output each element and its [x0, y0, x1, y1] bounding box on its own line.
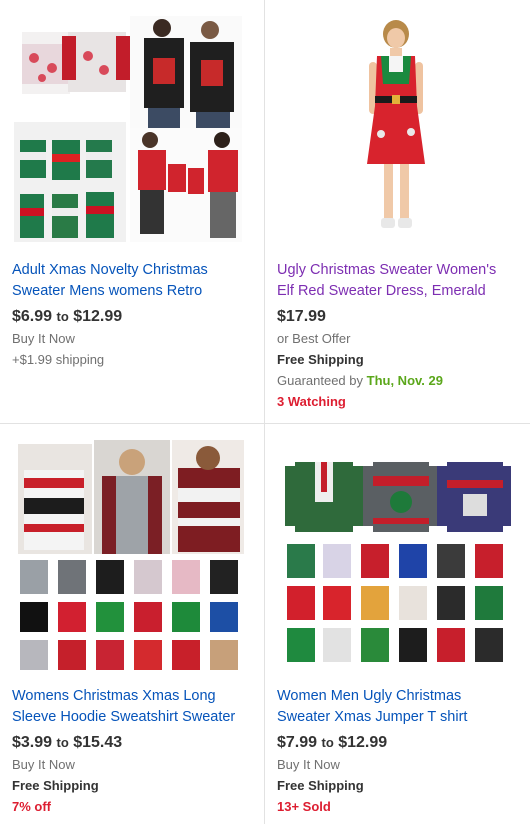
listing-info: Womens Christmas Xmas Long Sleeve Hoodie…	[12, 686, 250, 817]
free-shipping-label: Free Shipping	[12, 778, 99, 793]
free-shipping-label: Free Shipping	[277, 778, 364, 793]
listing-info: Adult Xmas Novelty Christmas Sweater Men…	[12, 260, 250, 370]
best-offer-label: or Best Offer	[277, 331, 351, 346]
price-range-separator: to	[321, 735, 334, 750]
shipping-cost: +$1.99 shipping	[12, 352, 105, 367]
listing-card[interactable]: Womens Christmas Xmas Long Sleeve Hoodie…	[0, 424, 264, 824]
price-low: $7.99	[277, 734, 318, 751]
elf-dress-image[interactable]	[277, 14, 511, 246]
price-low: $3.99	[12, 734, 53, 751]
listing-title-link[interactable]: Ugly Christmas Sweater Women's Elf Red S…	[277, 260, 515, 301]
listing-title-link[interactable]: Adult Xmas Novelty Christmas Sweater Men…	[12, 260, 250, 301]
purchase-format: Buy It Now	[12, 757, 75, 772]
guaranteed-label: Guaranteed by	[277, 373, 364, 388]
price-high: $15.43	[73, 734, 123, 751]
price-high: $12.99	[73, 308, 123, 325]
sold-count: 13+ Sold	[277, 799, 331, 814]
purchase-format: Buy It Now	[277, 757, 340, 772]
free-shipping-label: Free Shipping	[277, 352, 364, 367]
ugly-sweater-collage-image[interactable]	[12, 14, 246, 246]
guaranteed-date: Thu, Nov. 29	[366, 373, 443, 388]
watching-count: 3 Watching	[277, 394, 346, 409]
listing-price: $7.99 to $12.99	[277, 732, 515, 754]
price-high: $12.99	[338, 734, 388, 751]
guaranteed-delivery: Guaranteed by Thu, Nov. 29	[277, 370, 515, 391]
listing-card[interactable]: Adult Xmas Novelty Christmas Sweater Men…	[0, 0, 264, 423]
listing-title-link[interactable]: Womens Christmas Xmas Long Sleeve Hoodie…	[12, 686, 250, 727]
purchase-format: Buy It Now	[12, 331, 75, 346]
listing-grid: Adult Xmas Novelty Christmas Sweater Men…	[0, 0, 530, 824]
hoodie-collage-image[interactable]	[12, 440, 246, 672]
price-range-separator: to	[56, 735, 69, 750]
price-range-separator: to	[56, 309, 69, 324]
listing-price: $17.99	[277, 308, 326, 325]
jumper-grid-image[interactable]	[277, 440, 511, 672]
listing-price: $6.99 to $12.99	[12, 306, 250, 328]
discount-label: 7% off	[12, 799, 51, 814]
listing-card[interactable]: Ugly Christmas Sweater Women's Elf Red S…	[265, 0, 529, 423]
listing-info: Women Men Ugly Christmas Sweater Xmas Ju…	[277, 686, 515, 817]
listing-card[interactable]: Women Men Ugly Christmas Sweater Xmas Ju…	[265, 424, 529, 824]
price-low: $6.99	[12, 308, 53, 325]
listing-info: Ugly Christmas Sweater Women's Elf Red S…	[277, 260, 515, 412]
listing-title-link[interactable]: Women Men Ugly Christmas Sweater Xmas Ju…	[277, 686, 515, 727]
listing-price: $3.99 to $15.43	[12, 732, 250, 754]
